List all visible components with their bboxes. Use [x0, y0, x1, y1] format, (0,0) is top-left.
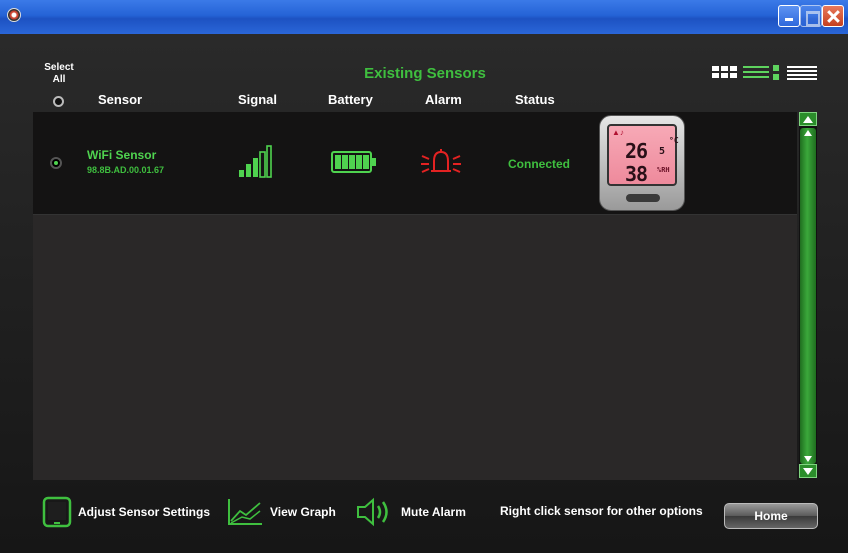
sensor-row[interactable]: WiFi Sensor 98.8B.AD.00.01.67 Connected … — [33, 112, 797, 215]
lcd-humidity-unit: %RH — [657, 166, 670, 174]
select-all-label: Select All — [44, 62, 74, 85]
graph-icon — [228, 499, 262, 525]
maximize-button[interactable] — [800, 5, 822, 27]
alarm-bell-icon — [421, 149, 461, 173]
vertical-scrollbar[interactable] — [799, 112, 817, 478]
title-bar — [0, 0, 848, 34]
tablet-icon — [42, 496, 72, 528]
adjust-sensor-settings-button[interactable]: Adjust Sensor Settings — [42, 496, 210, 528]
lcd-status-icons: ▲♪ — [612, 128, 624, 137]
column-header-signal[interactable]: Signal — [238, 92, 277, 107]
page-title: Existing Sensors — [364, 65, 486, 82]
list-view-icon[interactable] — [787, 65, 817, 81]
column-header-status[interactable]: Status — [515, 92, 555, 107]
lcd-temperature-unit: °C — [669, 136, 679, 145]
device-lcd-screen: ▲♪ 26 5 °C 38 %RH — [607, 124, 679, 186]
mute-alarm-button[interactable]: Mute Alarm — [355, 496, 466, 528]
select-all-radio[interactable] — [53, 96, 64, 107]
sensor-list: WiFi Sensor 98.8B.AD.00.01.67 Connected … — [33, 112, 797, 480]
sensor-mac-address: 98.8B.AD.00.01.67 — [87, 165, 165, 175]
view-graph-label: View Graph — [270, 505, 336, 519]
scroll-up-button[interactable] — [799, 112, 817, 126]
sensor-device-image: ▲♪ 26 5 °C 38 %RH — [599, 115, 685, 211]
device-base — [626, 194, 660, 202]
adjust-sensor-settings-label: Adjust Sensor Settings — [78, 505, 211, 519]
sensor-name: WiFi Sensor — [87, 148, 157, 162]
scroll-thumb[interactable] — [800, 128, 816, 464]
lcd-humidity: 38 — [625, 162, 648, 186]
sensor-select-radio[interactable] — [50, 157, 62, 169]
home-button[interactable]: Home — [724, 503, 818, 529]
app-icon[interactable] — [7, 8, 21, 22]
column-header-sensor[interactable]: Sensor — [98, 92, 142, 107]
column-header-alarm[interactable]: Alarm — [425, 92, 462, 107]
column-header-battery[interactable]: Battery — [328, 92, 373, 107]
signal-strength-icon — [239, 145, 272, 178]
battery-icon — [331, 151, 376, 173]
grid-view-icon[interactable] — [712, 66, 738, 80]
speaker-icon — [357, 497, 388, 527]
view-graph-button[interactable]: View Graph — [226, 496, 336, 528]
mute-alarm-label: Mute Alarm — [401, 505, 466, 519]
close-button[interactable] — [822, 5, 844, 27]
detail-view-icon[interactable] — [743, 65, 779, 81]
scroll-down-button[interactable] — [799, 464, 817, 478]
lcd-temperature-decimal: 5 — [659, 146, 666, 157]
sensor-status: Connected — [508, 157, 571, 171]
main-area: Select All Existing Sensors Sensor Signa… — [0, 34, 848, 553]
context-hint: Right click sensor for other options — [500, 504, 703, 518]
lcd-temperature: 26 — [625, 139, 648, 163]
minimize-button[interactable] — [778, 5, 800, 27]
